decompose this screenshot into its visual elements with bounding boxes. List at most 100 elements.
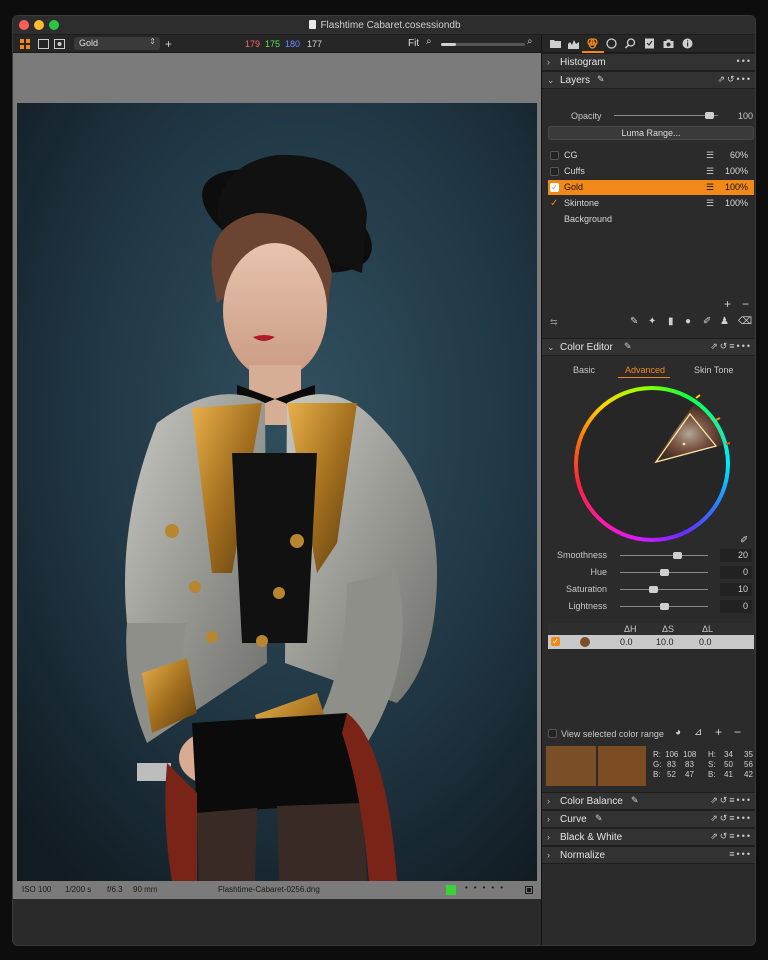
layer-enable-checkbox[interactable] (550, 151, 559, 160)
magic-brush-icon[interactable]: ✦ (648, 316, 656, 327)
histogram-section-header[interactable]: › Histogram ••• (542, 53, 755, 71)
layer-adjustments-icon[interactable]: ☰ (706, 164, 714, 179)
camera-icon[interactable] (663, 38, 674, 49)
black-white-header-icons[interactable]: ⇗↺≡••• (710, 831, 752, 842)
pencil-icon[interactable]: ✎ (631, 795, 639, 806)
curve-section-header[interactable]: › Curve ✎ ⇗↺≡••• (542, 810, 755, 828)
layers-header-icons[interactable]: ⇗↺••• (717, 74, 752, 85)
slider-knob[interactable] (649, 586, 659, 593)
opacity-slider-knob[interactable] (705, 112, 714, 119)
layer-enable-checkbox[interactable]: ✓ (550, 183, 559, 192)
slider-value[interactable]: 0 (720, 566, 752, 579)
pencil-icon[interactable]: ✎ (624, 341, 632, 352)
slider-track[interactable] (620, 555, 708, 556)
circle-icon[interactable] (606, 38, 617, 49)
layers-section-header[interactable]: ⌄ Layers ✎ ⇗↺••• (542, 71, 755, 89)
radial-gradient-icon[interactable]: ● (685, 316, 691, 327)
row-swatch (580, 637, 590, 647)
color-wheel[interactable] (574, 386, 730, 542)
luma-range-button[interactable]: Luma Range... (548, 126, 754, 140)
remove-color-icon[interactable]: − (734, 725, 741, 739)
brush-icon[interactable]: ✎ (630, 316, 638, 327)
row-checkbox[interactable]: ✓ (551, 637, 560, 646)
view-selected-checkbox[interactable] (548, 729, 557, 738)
slider-value[interactable]: 0 (720, 600, 752, 613)
folder-icon[interactable] (550, 38, 561, 49)
color-tag[interactable] (446, 885, 456, 895)
proof-view-icon[interactable] (54, 39, 65, 49)
single-view-icon[interactable] (38, 39, 49, 49)
layer-enable-checkbox[interactable]: ✓ (550, 199, 559, 209)
add-icon[interactable]: + (165, 37, 172, 51)
tab-advanced[interactable]: Advanced (625, 365, 665, 375)
black-white-section-header[interactable]: › Black & White ⇗↺≡••• (542, 828, 755, 846)
clone-stamp-icon[interactable]: ♟ (720, 316, 729, 327)
layer-enable-checkbox[interactable] (550, 167, 559, 176)
layer-adjustments-icon[interactable]: ☰ (706, 148, 714, 163)
add-layer-icon[interactable]: + (724, 297, 731, 311)
checklist-icon[interactable] (644, 38, 655, 49)
layer-row[interactable]: Background (548, 212, 754, 227)
color-balance-header-icons[interactable]: ⇗↺≡••• (710, 795, 752, 806)
slider-value[interactable]: 20 (720, 549, 752, 562)
slider-value[interactable]: 10 (720, 583, 752, 596)
histogram-icon[interactable] (568, 38, 579, 49)
layer-name: Skintone (564, 198, 600, 208)
pencil-icon[interactable]: ✎ (597, 74, 605, 85)
normalize-header-icons[interactable]: ≡••• (729, 849, 752, 859)
tab-basic[interactable]: Basic (573, 365, 595, 375)
shutter-value: 1/200 s (65, 885, 92, 894)
layers-title: Layers (560, 75, 591, 86)
healing-icon[interactable]: ✐ (703, 316, 711, 327)
slider-knob[interactable] (660, 569, 669, 576)
layer-row[interactable]: ✓ Gold ☰ 100% (548, 180, 754, 195)
image-viewer[interactable] (13, 53, 541, 881)
swap-icon[interactable]: ⇆ (550, 317, 558, 328)
zoom-label[interactable]: Fit (408, 38, 419, 49)
picker-plus-icon[interactable]: ⊿ (694, 727, 702, 738)
pencil-icon[interactable]: ✎ (595, 813, 603, 824)
layer-opacity: 60% (729, 150, 748, 160)
layer-adjustments-icon[interactable]: ☰ (706, 196, 714, 211)
eyedropper-icon[interactable]: ✐ (740, 535, 748, 546)
zoom-slider[interactable] (441, 43, 525, 46)
color-icon[interactable] (587, 38, 598, 49)
filmstrip-icon[interactable] (525, 886, 533, 894)
more-icon[interactable]: ••• (737, 56, 752, 66)
layer-row[interactable]: CG ☰ 60% (548, 148, 754, 163)
color-balance-section-header[interactable]: › Color Balance ✎ ⇗↺≡••• (542, 792, 755, 810)
linear-gradient-icon[interactable]: ▮ (668, 316, 674, 327)
search-icon[interactable] (625, 38, 636, 49)
rating-dots[interactable]: ••••• (465, 883, 509, 892)
opacity-value[interactable]: 100 (738, 111, 753, 121)
pie-icon[interactable]: ◕ (675, 727, 681, 738)
layer-row[interactable]: Cuffs ☰ 100% (548, 164, 754, 179)
remove-layer-icon[interactable]: − (742, 297, 749, 311)
preset-select[interactable]: Gold ⇕ (74, 37, 160, 50)
zoom-slider-fill (441, 43, 457, 46)
slider-knob[interactable] (673, 552, 683, 559)
color-table-row[interactable]: ✓ 0.0 10.0 0.0 (548, 635, 754, 649)
tab-advanced-underline (618, 377, 670, 378)
layer-row[interactable]: ✓ Skintone ☰ 100% (548, 196, 754, 211)
slider-knob[interactable] (660, 603, 669, 610)
r-label: R: (653, 750, 661, 759)
curve-header-icons[interactable]: ⇗↺≡••• (710, 813, 752, 824)
photo-preview[interactable] (17, 103, 537, 881)
color-editor-header-icons[interactable]: ⇗↺≡••• (710, 341, 752, 352)
grid-view-icon[interactable] (20, 39, 31, 50)
zoom-in-icon[interactable]: ⌕ (527, 36, 533, 47)
eraser-icon[interactable]: ⌫ (738, 316, 752, 327)
rgb-g-value: 175 (265, 39, 281, 49)
opacity-slider[interactable] (614, 115, 718, 116)
color-editor-section-header[interactable]: ⌄ Color Editor ✎ ⇗↺≡••• (542, 338, 755, 356)
window-title-text: Flashtime Cabaret.cosessiondb (320, 20, 461, 31)
layer-adjustments-icon[interactable]: ☰ (706, 180, 714, 195)
slider-track[interactable] (620, 589, 708, 590)
zoom-out-icon[interactable]: ⌕ (426, 36, 432, 47)
normalize-section-header[interactable]: › Normalize ≡••• (542, 846, 755, 864)
tab-skin-tone[interactable]: Skin Tone (694, 365, 733, 375)
iso-value: ISO 100 (22, 885, 52, 894)
add-color-icon[interactable]: + (715, 725, 722, 739)
info-icon[interactable] (682, 38, 693, 49)
